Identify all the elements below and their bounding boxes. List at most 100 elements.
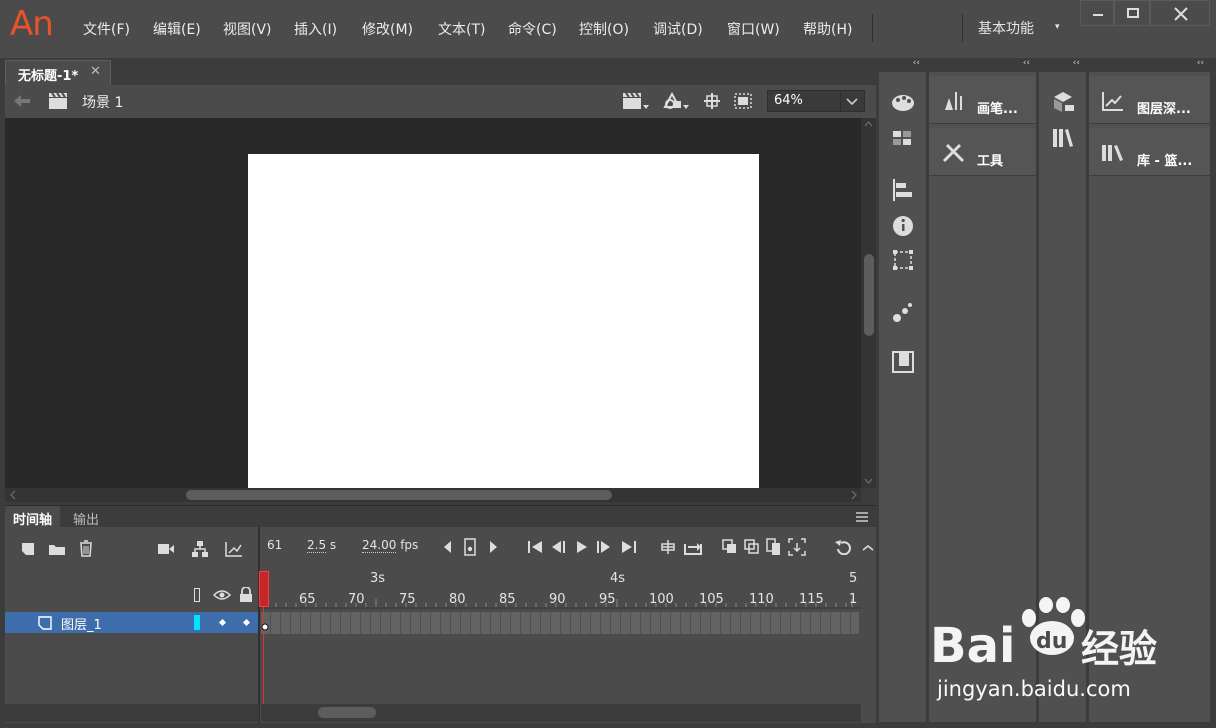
close-window-button[interactable]	[1150, 0, 1210, 26]
menu-insert[interactable]: 插入(I)	[294, 19, 337, 39]
menu-modify[interactable]: 修改(M)	[362, 19, 413, 39]
watermark-url: jingyan.baidu.com	[937, 677, 1131, 701]
workspace-switcher[interactable]: 基本功能 ▾	[962, 16, 1074, 42]
code-snippets-button[interactable]	[881, 345, 925, 379]
frame-rate[interactable]: 24.00 fps	[362, 538, 418, 553]
menu-text[interactable]: 文本(T)	[438, 19, 485, 39]
step-back-icon[interactable]	[550, 539, 568, 555]
insert-keyframe-icon[interactable]	[464, 538, 476, 556]
ruler-frame-number: 1	[849, 592, 858, 607]
edit-multiple-frames-icon[interactable]	[766, 538, 782, 556]
loop-icon[interactable]	[683, 538, 703, 556]
zoom-value: 64%	[774, 93, 803, 108]
collapse-chevrons-icon[interactable]: ‹‹	[879, 58, 926, 72]
clip-content-icon[interactable]	[733, 92, 753, 110]
swatches-panel-button[interactable]	[881, 121, 925, 155]
collapse-chevrons-icon[interactable]: ‹‹	[929, 58, 1036, 72]
outline-icon[interactable]	[194, 588, 200, 602]
menu-debug[interactable]: 调试(D)	[653, 19, 703, 39]
components-panel-button[interactable]	[1041, 86, 1085, 120]
menu-view[interactable]: 视图(V)	[223, 19, 272, 39]
previous-keyframe-icon[interactable]	[441, 539, 453, 555]
play-icon[interactable]	[575, 539, 589, 555]
transform-panel-button[interactable]	[881, 243, 925, 277]
layer-depth-icon[interactable]	[225, 541, 243, 557]
watermark-brand-suffix: 经验	[1081, 627, 1157, 671]
scrollbar-thumb[interactable]	[186, 490, 612, 500]
layer-color-swatch[interactable]	[194, 615, 200, 630]
menu-help[interactable]: 帮助(H)	[803, 19, 852, 39]
brush-library-panel-button[interactable]: 画笔...	[929, 76, 1036, 124]
onion-skin-outlines-icon[interactable]	[744, 539, 760, 555]
elapsed-time[interactable]: 2.5 s	[307, 538, 336, 553]
undo-icon[interactable]	[834, 539, 852, 555]
layers-footer	[5, 704, 259, 722]
playhead[interactable]	[259, 571, 269, 705]
motion-presets-button[interactable]	[881, 295, 925, 329]
menu-commands[interactable]: 命令(C)	[508, 19, 557, 39]
panel-menu-icon[interactable]	[855, 512, 869, 522]
library-icon[interactable]	[1041, 121, 1085, 155]
trash-icon[interactable]	[78, 540, 94, 557]
menu-edit[interactable]: 编辑(E)	[153, 19, 201, 39]
center-frame-icon[interactable]	[660, 539, 676, 555]
icon-panel-column	[879, 72, 926, 722]
layer-name[interactable]: 图层_1	[61, 614, 102, 633]
align-panel-button[interactable]	[881, 173, 925, 207]
chevron-down-icon[interactable]	[840, 91, 864, 111]
menu-control[interactable]: 控制(O)	[579, 19, 629, 39]
info-icon[interactable]	[881, 208, 925, 242]
collapse-chevrons-icon[interactable]: ‹‹	[1089, 58, 1210, 72]
modify-markers-icon[interactable]	[788, 538, 806, 556]
lock-icon[interactable]	[238, 587, 254, 603]
tab-output[interactable]: 输出	[65, 506, 107, 528]
go-to-first-frame-icon[interactable]	[527, 539, 545, 555]
edit-scene-icon[interactable]	[622, 91, 650, 111]
visibility-dot[interactable]	[218, 618, 227, 627]
app-logo: An	[10, 4, 54, 44]
color-panel-button[interactable]	[881, 86, 925, 120]
eye-icon[interactable]	[213, 589, 231, 601]
new-folder-icon[interactable]	[48, 542, 66, 556]
maximize-button[interactable]	[1114, 0, 1150, 26]
layers-empty-area	[5, 634, 259, 704]
tools-panel-button[interactable]: 工具	[929, 128, 1036, 176]
library-panel-button[interactable]: 库 - 篮...	[1089, 128, 1210, 176]
menu-file[interactable]: 文件(F)	[83, 19, 130, 39]
new-layer-icon[interactable]	[20, 541, 36, 557]
layer-depth-panel-button[interactable]: 图层深...	[1089, 76, 1210, 124]
scrollbar-thumb[interactable]	[864, 254, 874, 336]
ruler-frame-number: 115	[799, 592, 824, 607]
onion-skin-icon[interactable]	[722, 539, 738, 555]
document-tab[interactable]: 无标题-1* ✕	[5, 60, 111, 85]
layer-row[interactable]: 图层_1	[5, 612, 259, 633]
playhead-handle[interactable]	[259, 571, 269, 607]
center-stage-icon[interactable]	[703, 92, 721, 110]
menu-separator	[872, 14, 873, 42]
scrollbar-thumb[interactable]	[318, 707, 376, 718]
layer-parenting-icon[interactable]	[191, 540, 209, 558]
timeline-scale-icon[interactable]	[862, 542, 874, 554]
ruler-frame-number: 70	[348, 592, 365, 607]
frame-row[interactable]	[261, 612, 859, 634]
tab-timeline[interactable]: 时间轴	[5, 506, 61, 528]
camera-icon[interactable]	[157, 542, 175, 556]
stage-canvas[interactable]	[248, 154, 759, 488]
ruler-frame-number: 100	[649, 592, 674, 607]
current-frame[interactable]: 61	[267, 538, 282, 552]
zoom-select[interactable]: 64%	[767, 90, 865, 112]
collapse-chevrons-icon[interactable]: ‹‹	[1039, 58, 1086, 72]
elapsed-value[interactable]: 2.5	[307, 538, 327, 553]
go-to-last-frame-icon[interactable]	[620, 539, 638, 555]
close-icon[interactable]: ✕	[90, 64, 101, 79]
seconds-marker: 3s	[370, 571, 386, 586]
step-forward-icon[interactable]	[595, 539, 613, 555]
frames-empty-area	[261, 634, 861, 704]
back-arrow-icon[interactable]	[12, 93, 32, 109]
next-keyframe-icon[interactable]	[488, 539, 500, 555]
lock-dot[interactable]	[242, 618, 251, 627]
menu-window[interactable]: 窗口(W)	[727, 19, 780, 39]
edit-symbols-icon[interactable]	[662, 91, 690, 111]
minimize-button[interactable]	[1080, 0, 1114, 26]
fps-value[interactable]: 24.00	[362, 538, 397, 553]
